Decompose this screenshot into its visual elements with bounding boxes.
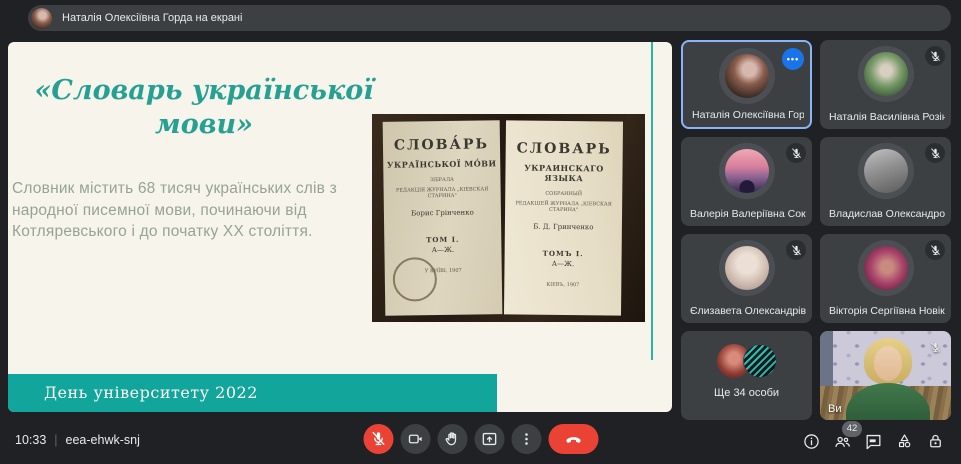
mic-muted-icon xyxy=(925,240,945,260)
meeting-details-button[interactable] xyxy=(802,432,821,451)
book-right-subtitle: УКРАИНСКАГО ЯЗЫКА xyxy=(505,162,622,183)
book-right-range: А—Ж. xyxy=(504,259,621,268)
presenter-avatar xyxy=(31,8,52,29)
video-background-detail xyxy=(820,331,833,389)
book-right-page: СЛОВАРЬ УКРАИНСКАГО ЯЗЫКА СОБРАННЫЙ РЕДА… xyxy=(504,120,623,315)
avatar-photo xyxy=(725,246,769,290)
mic-muted-icon xyxy=(925,46,945,66)
tile-options-button[interactable]: ••• xyxy=(782,48,804,70)
mic-muted-icon xyxy=(786,240,806,260)
book-photo: СЛОВА́РЬ УКРАЇНСЬКОЇ МО́ВИ ЗІБРАЛА РЕДАК… xyxy=(372,114,645,322)
book-left-subtitle: УКРАЇНСЬКОЇ МО́ВИ xyxy=(383,158,500,170)
participant-tile[interactable]: Владислав Олександро... xyxy=(820,137,951,226)
avatar-photo xyxy=(864,246,908,290)
host-controls-button[interactable] xyxy=(926,432,945,451)
participant-name: Наталія Олексіївна Горда xyxy=(692,109,804,121)
avatar xyxy=(719,143,775,199)
participant-tile[interactable]: Вікторія Сергіївна Новік xyxy=(820,234,951,323)
shared-screen-tile[interactable]: «Словарь української мови» Словник місти… xyxy=(8,42,672,412)
book-left-page: СЛОВА́РЬ УКРАЇНСЬКОЇ МО́ВИ ЗІБРАЛА РЕДАК… xyxy=(383,120,503,316)
participant-count-badge: 42 xyxy=(842,421,862,437)
book-right-line: РЕДАКЦІЕЙ ЖУРНАЛА „КІЕВСКАЯ СТАРИНА" xyxy=(505,200,622,213)
meeting-code: eea-ehwk-snj xyxy=(66,433,140,447)
slide-body-text: Словник містить 68 тисяч українських слі… xyxy=(12,178,368,243)
book-left-author: Борис Грінченко xyxy=(384,208,501,218)
screen-share-label: Наталія Олексіївна Горда на екрані xyxy=(62,12,242,24)
avatar xyxy=(719,240,775,296)
avatar-photo xyxy=(864,52,908,96)
participant-name: Владислав Олександро... xyxy=(829,208,945,220)
raise-hand-button[interactable] xyxy=(437,424,467,454)
overflow-count-label: Ще 34 особи xyxy=(681,387,812,399)
more-options-button[interactable] xyxy=(511,424,541,454)
self-label: Ви xyxy=(828,403,841,415)
avatar xyxy=(719,48,775,104)
participant-name: Єлизавета Олександрів... xyxy=(690,305,806,317)
present-button[interactable] xyxy=(474,424,504,454)
avatar xyxy=(858,240,914,296)
participants-button[interactable]: 42 xyxy=(833,432,852,451)
avatar xyxy=(858,46,914,102)
divider: | xyxy=(54,433,57,447)
mic-muted-icon xyxy=(925,337,945,357)
book-right-title: СЛОВАРЬ xyxy=(506,140,623,157)
book-right-author: Б. Д. Гринченко xyxy=(505,222,622,231)
leave-call-button[interactable] xyxy=(548,424,598,454)
participant-tile[interactable]: Наталія Василівна Розін... xyxy=(820,40,951,129)
book-right-line: СОБРАННЫЙ xyxy=(505,190,622,197)
right-panel-buttons: 42 xyxy=(802,432,945,451)
mic-muted-icon xyxy=(786,143,806,163)
book-left-volume: ТОМ I. xyxy=(384,234,501,245)
book-left-range: А—Ж. xyxy=(384,245,501,255)
call-controls xyxy=(363,424,598,454)
avatar xyxy=(858,143,914,199)
slide-footer-banner: День університету 2022 xyxy=(8,374,497,412)
mic-muted-icon xyxy=(925,143,945,163)
mic-toggle-button[interactable] xyxy=(363,424,393,454)
slide-accent-line xyxy=(651,42,653,360)
participant-tile[interactable]: Єлизавета Олександрів... xyxy=(681,234,812,323)
overflow-avatars xyxy=(717,344,777,378)
book-right-footer: КІЕВЪ, 1907 xyxy=(504,281,621,288)
camera-toggle-button[interactable] xyxy=(400,424,430,454)
book-left-line: РЕДАКЦІЯ ЖУРНАЛА „КІЕВСКАЯ СТАРИНА" xyxy=(384,186,501,200)
avatar-photo xyxy=(725,54,769,98)
participant-name: Валерія Валеріївна Сок... xyxy=(690,208,806,220)
avatar-photo xyxy=(725,149,769,193)
book-left-line: ЗІБРАЛА xyxy=(383,176,500,184)
overflow-participants-tile[interactable]: Ще 34 особи xyxy=(681,331,812,420)
participant-name: Наталія Василівна Розін... xyxy=(829,111,945,123)
participant-tile-active-speaker[interactable]: ••• Наталія Олексіївна Горда xyxy=(681,40,812,129)
meeting-info: 10:33 | eea-ehwk-snj xyxy=(15,433,140,447)
library-stamp xyxy=(393,257,438,302)
book-right-volume: ТОМЪ I. xyxy=(505,248,622,258)
self-video-tile[interactable]: Ви xyxy=(820,331,951,420)
screen-share-banner[interactable]: Наталія Олексіївна Горда на екрані xyxy=(28,5,951,31)
avatar-photo xyxy=(743,344,777,378)
activities-button[interactable] xyxy=(895,432,914,451)
slide-title: «Словарь української мови» xyxy=(32,74,376,142)
avatar-photo xyxy=(864,149,908,193)
book-left-title: СЛОВА́РЬ xyxy=(383,136,500,154)
clock: 10:33 xyxy=(15,433,46,447)
chat-button[interactable] xyxy=(864,432,883,451)
video-person-face xyxy=(874,346,902,381)
participant-name: Вікторія Сергіївна Новік xyxy=(829,305,945,317)
participant-tile[interactable]: Валерія Валеріївна Сок... xyxy=(681,137,812,226)
